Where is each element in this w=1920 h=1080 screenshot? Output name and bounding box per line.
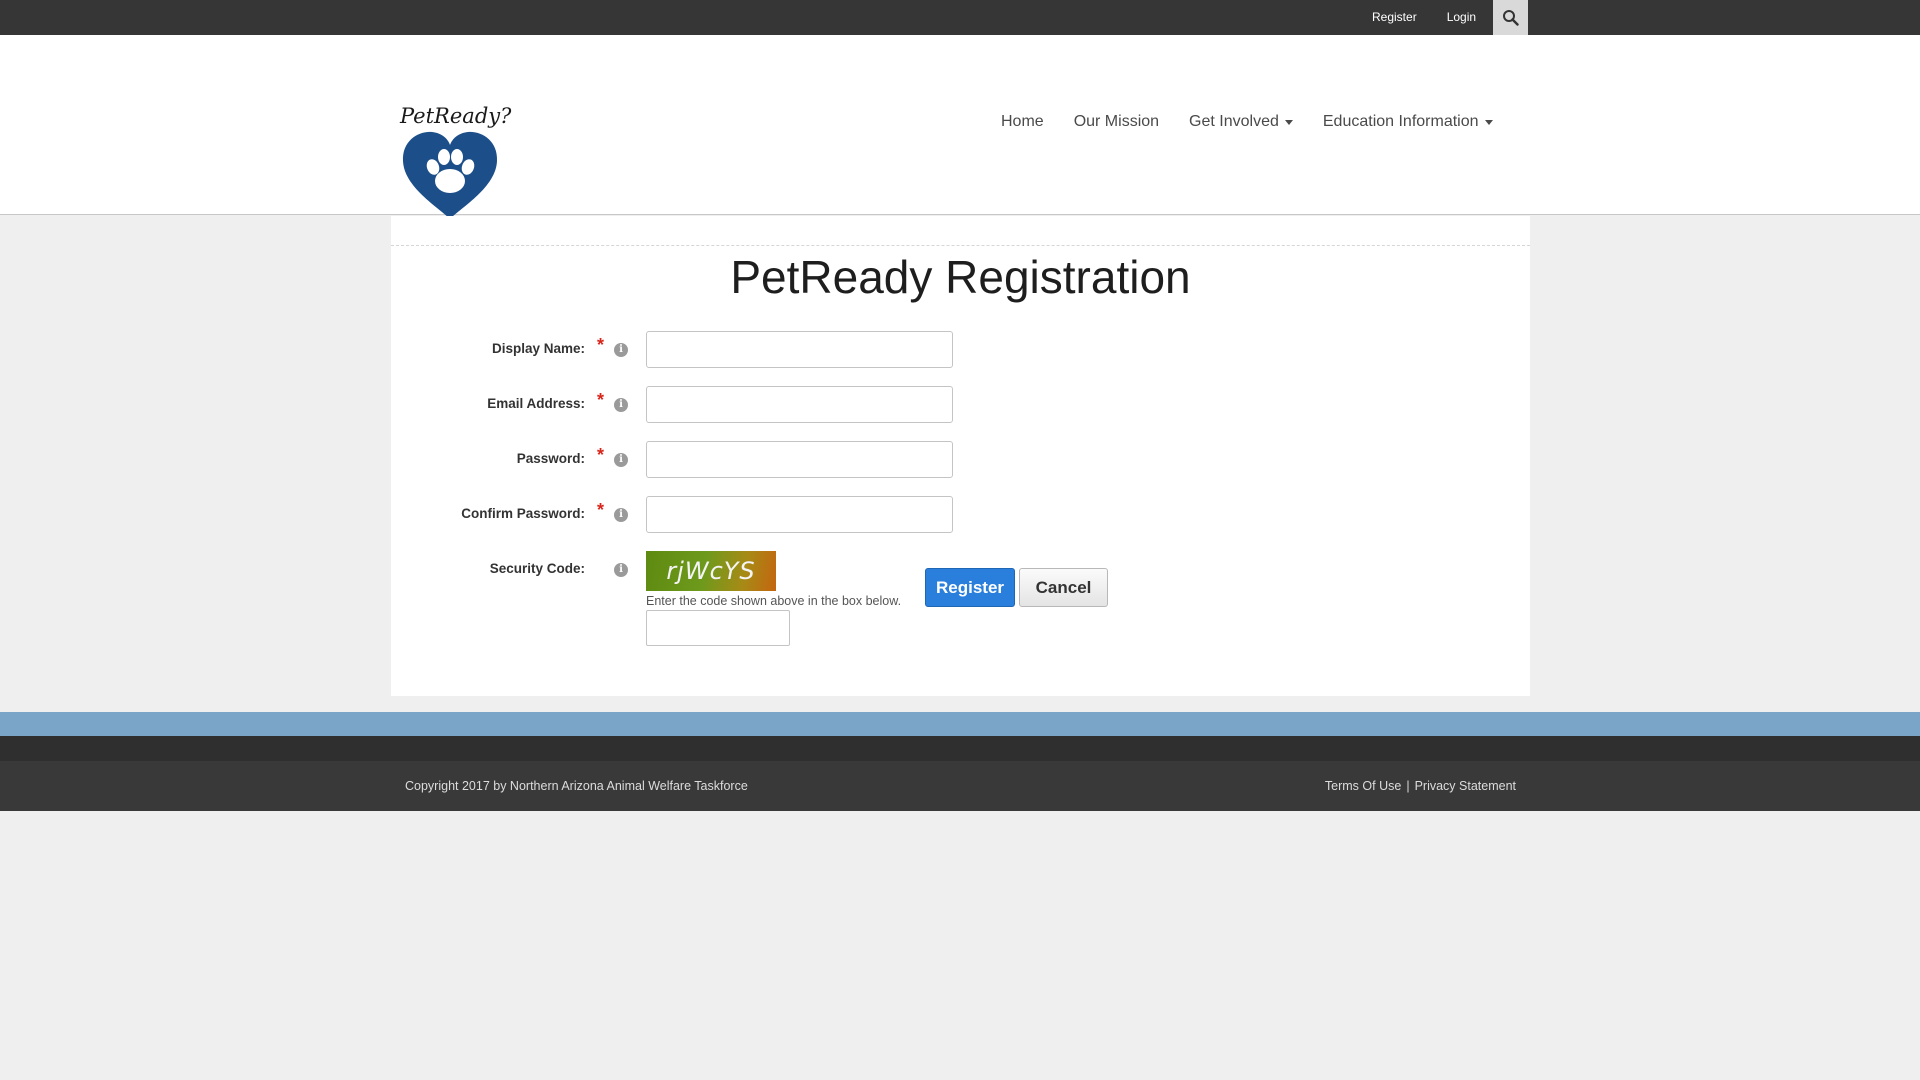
cancel-button[interactable]: Cancel	[1019, 568, 1108, 607]
logo-text: PetReady?	[400, 104, 512, 128]
footer-separator: |	[1406, 779, 1410, 793]
confirm-password-label: Confirm Password:	[461, 506, 585, 521]
caret-down-icon	[1284, 119, 1293, 125]
security-code-label: Security Code:	[489, 561, 585, 576]
email-input[interactable]	[646, 386, 953, 423]
footer-links: Terms Of Use | Privacy Statement	[1325, 779, 1516, 793]
register-button[interactable]: Register	[925, 568, 1015, 607]
site-footer: Copyright 2017 by Northern Arizona Anima…	[0, 761, 1920, 811]
nav-our-mission-label: Our Mission	[1073, 113, 1160, 130]
top-utility-links: Register Login	[1357, 0, 1529, 35]
terms-of-use-link[interactable]: Terms Of Use	[1325, 779, 1401, 793]
captcha-help-text: Enter the code shown above in the box be…	[646, 594, 902, 608]
info-icon[interactable]: i	[614, 508, 628, 522]
copyright-text: Copyright 2017 by Northern Arizona Anima…	[405, 779, 748, 793]
security-code-row: Security Code: i rjWcYS Enter the code s…	[391, 551, 1530, 661]
privacy-statement-link[interactable]: Privacy Statement	[1415, 779, 1516, 793]
display-name-input[interactable]	[646, 331, 953, 368]
footer-bar	[0, 736, 1920, 761]
info-icon[interactable]: i	[614, 563, 628, 577]
info-icon[interactable]: i	[614, 343, 628, 357]
info-icon[interactable]: i	[614, 398, 628, 412]
required-marker: *	[597, 390, 605, 410]
password-row: Password: * i	[391, 441, 1530, 481]
nav-get-involved-label: Get Involved	[1189, 113, 1279, 130]
password-label: Password:	[516, 451, 585, 466]
nav-home-label: Home	[1001, 113, 1044, 130]
top-utility-bar: Register Login	[0, 0, 1920, 35]
nav-home[interactable]: Home	[1001, 113, 1044, 131]
required-marker: *	[597, 500, 605, 520]
password-input[interactable]	[646, 441, 953, 478]
registration-panel: PetReady Registration Display Name: * i …	[391, 216, 1530, 696]
email-label: Email Address:	[487, 396, 585, 411]
email-row: Email Address: * i	[391, 386, 1530, 426]
required-marker: *	[597, 335, 605, 355]
search-icon	[1503, 10, 1519, 26]
confirm-password-row: Confirm Password: * i	[391, 496, 1530, 536]
nav-our-mission[interactable]: Our Mission	[1074, 113, 1159, 131]
display-name-row: Display Name: * i	[391, 331, 1530, 371]
top-register-link[interactable]: Register	[1357, 0, 1432, 35]
nav-education-information[interactable]: Education Information	[1323, 113, 1493, 131]
display-name-label: Display Name:	[491, 341, 585, 356]
required-marker: *	[597, 445, 605, 465]
search-button[interactable]	[1493, 0, 1529, 35]
paw-heart-icon	[402, 131, 498, 219]
nav-get-involved[interactable]: Get Involved	[1189, 113, 1293, 131]
site-logo[interactable]: PetReady?	[398, 71, 512, 221]
footer-stripe	[0, 712, 1920, 736]
site-header: PetReady? Home Our Mission Get Involved …	[0, 35, 1920, 219]
nav-education-label: Education Information	[1322, 113, 1479, 130]
panel-divider	[391, 245, 1530, 246]
page-title: PetReady Registration	[730, 251, 1191, 303]
top-login-link[interactable]: Login	[1432, 0, 1491, 35]
info-icon[interactable]: i	[614, 453, 628, 467]
caret-down-icon	[1484, 119, 1493, 125]
confirm-password-input[interactable]	[646, 496, 953, 533]
captcha-image: rjWcYS	[646, 551, 776, 591]
main-nav: Home Our Mission Get Involved Education …	[986, 113, 1508, 131]
security-code-input[interactable]	[646, 610, 790, 646]
